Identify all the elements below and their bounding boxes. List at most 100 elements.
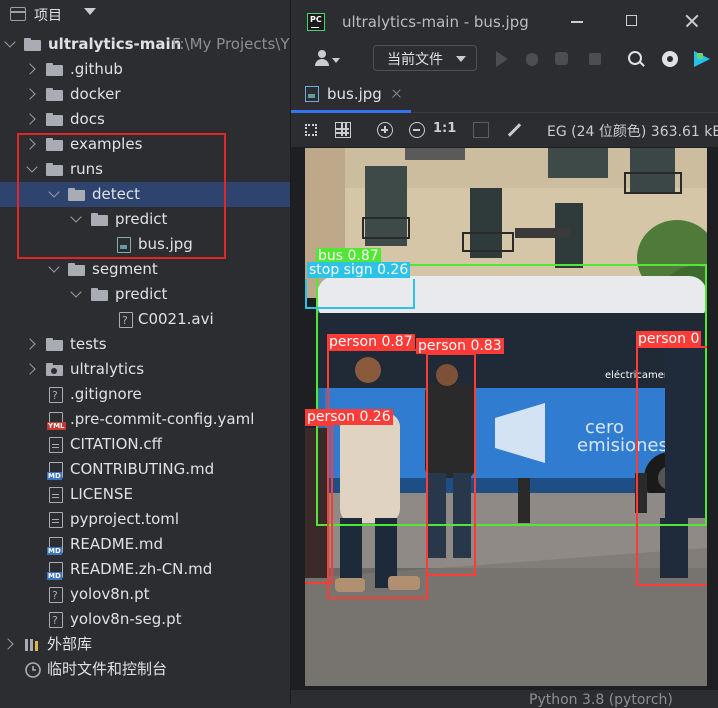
zoom-out-icon[interactable] (409, 122, 425, 138)
folder-icon (68, 188, 85, 201)
tree-item-c0021-avi[interactable]: C0021.avi (0, 307, 290, 333)
chevron-down-icon[interactable] (4, 36, 16, 48)
window-title: ultralytics-main - bus.jpg (342, 13, 529, 31)
chevron-down-icon[interactable] (70, 211, 82, 223)
tree-item-readme[interactable]: MD README.md (0, 532, 290, 557)
tree-item-scratches[interactable]: 临时文件和控制台 (0, 657, 290, 682)
tree-item-segment-predict[interactable]: predict (0, 282, 290, 307)
chevron-right-icon[interactable] (24, 113, 36, 125)
folder-icon (68, 263, 85, 276)
tree-item-detect[interactable]: detect (0, 182, 290, 207)
tree-item-label: detect (92, 185, 140, 203)
tree-item-docs[interactable]: docs (0, 107, 290, 132)
plugin-icon[interactable] (694, 51, 711, 68)
tree-item-yolov8n[interactable]: yolov8n.pt (0, 582, 290, 608)
search-icon[interactable] (628, 51, 644, 67)
gear-icon[interactable] (662, 51, 678, 67)
background-icon[interactable] (473, 122, 489, 138)
tree-item-examples[interactable]: examples (0, 132, 290, 157)
chevron-down-icon[interactable] (26, 161, 38, 173)
tree-item-label: docs (70, 110, 105, 128)
minimize-button[interactable] (568, 12, 586, 30)
close-tab-icon[interactable] (391, 88, 402, 99)
tree-item-docker[interactable]: docker (0, 82, 290, 107)
user-icon[interactable] (315, 50, 341, 68)
folder-icon (24, 38, 41, 51)
tree-item-readme-zh[interactable]: MD README.zh-CN.md (0, 557, 290, 582)
stop-icon[interactable] (587, 51, 603, 67)
tree-item-label: segment (92, 260, 158, 278)
tree-item-external-libraries[interactable]: 外部库 (0, 632, 290, 657)
tree-item-runs[interactable]: runs (0, 157, 290, 182)
tree-item-label: README.zh-CN.md (70, 560, 213, 578)
chevron-down-icon[interactable] (48, 186, 60, 198)
tree-item-label: C0021.avi (138, 310, 214, 328)
tab-bus-jpg[interactable]: bus.jpg (291, 76, 411, 113)
chevron-down-icon[interactable] (70, 286, 82, 298)
coverage-icon[interactable] (554, 51, 570, 67)
actual-size-button[interactable]: 1:1 (433, 121, 456, 136)
tree-item-label: yolov8n.pt (70, 585, 150, 603)
tree-item-license[interactable]: LICENSE (0, 482, 290, 507)
tree-item-bus-jpg[interactable]: bus.jpg (0, 232, 290, 257)
tree-item-label: examples (70, 135, 143, 153)
tab-label: bus.jpg (327, 85, 382, 103)
chevron-right-icon[interactable] (24, 338, 36, 350)
run-configuration-dropdown[interactable]: 当前文件 (373, 45, 477, 71)
tree-item-contributing[interactable]: MD CONTRIBUTING.md (0, 457, 290, 482)
project-panel-title[interactable]: 项目 (34, 5, 62, 25)
tree-item-label: .pre-commit-config.yaml (70, 410, 255, 428)
unknown-file-icon (49, 383, 63, 408)
tree-item-pyproject[interactable]: pyproject.toml (0, 507, 290, 532)
detection-label: person 0.83 (416, 338, 504, 354)
tree-item-github[interactable]: .github (0, 57, 290, 82)
tree-item-ultralytics-main[interactable]: ultralytics-main F:\My Projects\Y (0, 32, 290, 57)
tree-item-segment[interactable]: segment (0, 257, 290, 282)
tree-item-tests[interactable]: tests (0, 332, 290, 357)
tree-item-detect-predict[interactable]: predict (0, 207, 290, 232)
python-interpreter-indicator[interactable]: Python 3.8 (pytorch) (529, 692, 673, 708)
chevron-right-icon[interactable] (24, 363, 36, 375)
tree-item-gitignore[interactable]: .gitignore (0, 382, 290, 408)
markdown-badge: MD (47, 547, 62, 555)
tree-item-citation[interactable]: CITATION.cff (0, 432, 290, 457)
debug-icon[interactable] (524, 51, 540, 67)
tree-item-label: pyproject.toml (70, 510, 180, 528)
project-path: F:\My Projects\Y (172, 35, 290, 53)
chevron-down-icon[interactable] (84, 8, 96, 15)
project-panel-header: 项目 (0, 0, 290, 30)
tree-item-label: yolov8n-seg.pt (70, 610, 182, 628)
run-configuration-label: 当前文件 (387, 52, 443, 68)
chevron-down-icon[interactable] (48, 261, 60, 273)
image-file-icon (117, 237, 131, 253)
chevron-right-icon[interactable] (2, 638, 14, 650)
close-button[interactable] (683, 12, 701, 30)
tree-item-label: LICENSE (70, 485, 133, 503)
fit-zoom-icon[interactable] (303, 122, 319, 138)
title-bar[interactable]: PC ultralytics-main - bus.jpg (291, 0, 718, 42)
detection-label: person 0 (636, 331, 702, 347)
zoom-in-icon[interactable] (377, 122, 393, 138)
tree-item-label: README.md (70, 535, 164, 553)
maximize-button[interactable] (623, 12, 641, 30)
image-canvas[interactable]: eléctricamente cero emisiones bus 0.87 s… (291, 148, 718, 690)
grid-icon[interactable] (335, 122, 351, 138)
package-folder-icon (46, 363, 63, 376)
tree-item-pre-commit-config[interactable]: YML .pre-commit-config.yaml (0, 407, 290, 432)
text-file-icon (49, 487, 63, 503)
unknown-file-icon (119, 308, 133, 333)
detection-box-person: person 0.26 (305, 409, 393, 584)
tree-item-label: CITATION.cff (70, 435, 162, 453)
folder-icon (46, 163, 63, 176)
tree-item-yolov8n-seg[interactable]: yolov8n-seg.pt (0, 607, 290, 633)
tree-item-ultralytics[interactable]: ultralytics (0, 357, 290, 382)
chevron-right-icon[interactable] (24, 138, 36, 150)
chevron-right-icon[interactable] (24, 88, 36, 100)
yaml-badge: YML (47, 422, 66, 430)
chevron-right-icon[interactable] (24, 63, 36, 75)
color-picker-icon[interactable] (506, 122, 522, 138)
detection-label: person 0.87 (327, 334, 415, 350)
run-icon[interactable] (494, 51, 510, 67)
detection-box-person: person 0.83 (416, 338, 504, 576)
tree-item-label: ultralytics-main (48, 35, 182, 53)
